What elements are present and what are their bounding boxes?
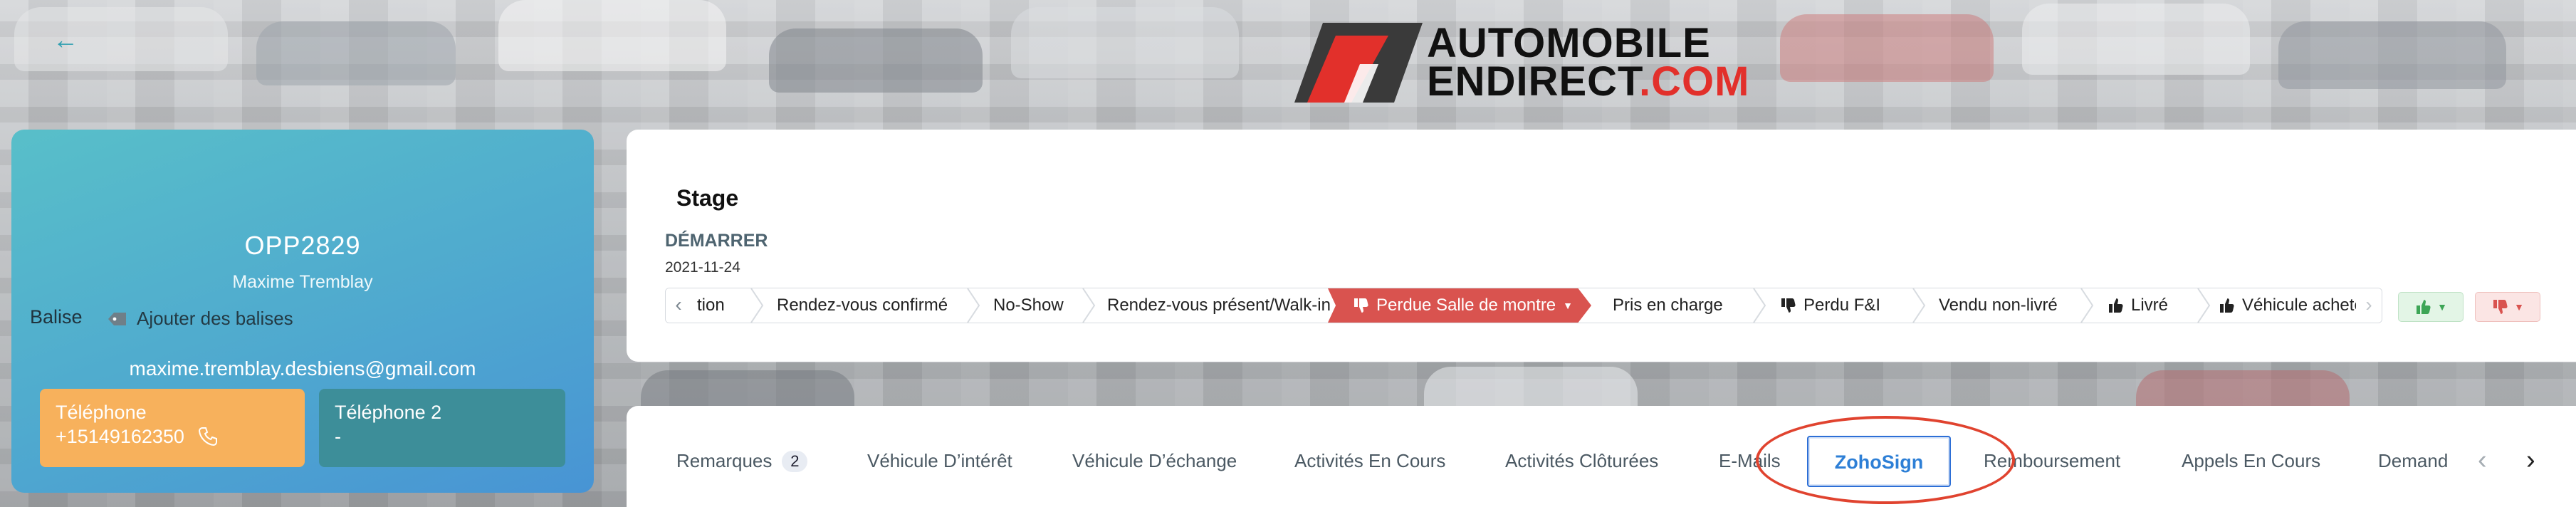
phone2-box[interactable]: Téléphone 2 - — [319, 389, 565, 467]
tab-appels-en-cours[interactable]: Appels En Cours — [2182, 450, 2320, 472]
thumbs-down-icon — [1781, 298, 1796, 313]
highlight-annotation — [1756, 416, 2015, 504]
chevron-right-icon[interactable]: › — [2356, 288, 2382, 323]
phone-box[interactable]: Téléphone +15149162350 — [40, 389, 305, 467]
thumbs-down-icon — [2493, 300, 2508, 314]
tag-label: Balise — [30, 306, 83, 328]
pipeline-step[interactable]: Rendez-vous confirmé — [755, 288, 948, 323]
stage-pipeline: ‹ tion Rendez-vous confirmé No-Show Rend… — [665, 288, 2382, 323]
stage-card: Stage DÉMARRER 2021-11-24 ‹ tion Rendez-… — [627, 130, 2576, 362]
pipeline-step[interactable]: Vendu non-livré — [1917, 288, 2058, 323]
chevron-left-icon[interactable]: ‹ — [666, 288, 691, 323]
caret-down-icon[interactable]: ▼ — [1563, 288, 1573, 323]
caret-down-icon: ▼ — [2514, 301, 2524, 313]
chevron-right-icon[interactable]: › — [2526, 446, 2535, 474]
logo-mark-icon — [1294, 23, 1423, 103]
pipeline-step[interactable]: Pris en charge — [1591, 288, 1723, 323]
phone2-label: Téléphone 2 — [335, 402, 442, 423]
pipeline-step-active[interactable]: Perdue Salle de montre ▼ — [1328, 288, 1591, 323]
add-tags-label: Ajouter des balises — [137, 308, 293, 329]
caret-down-icon: ▼ — [2437, 301, 2447, 313]
phone-label: Téléphone — [56, 402, 147, 423]
logo-line-2: ENDIRECT.COM — [1427, 58, 1750, 105]
stage-start-date: 2021-11-24 — [665, 259, 740, 276]
owner-name: Maxime Tremblay — [232, 272, 373, 292]
logo-wordmark: AUTOMOBILE ENDIRECT.COM — [1427, 23, 1750, 105]
mark-lost-button[interactable]: ▼ — [2475, 292, 2540, 322]
opportunity-card: OPP2829 Maxime Tremblay Balise Ajouter d… — [11, 130, 594, 493]
pipeline-step[interactable]: Rendez-vous présent/Walk-in — [1086, 288, 1331, 323]
tab-activites-en-cours[interactable]: Activités En Cours — [1294, 450, 1445, 472]
phone-icon[interactable] — [197, 426, 219, 447]
opportunity-id: OPP2829 — [244, 231, 361, 260]
tab-remarques[interactable]: Remarques 2 — [676, 450, 808, 472]
thumbs-down-icon — [1354, 298, 1368, 313]
pipeline-step[interactable]: Véhicule acheté — [2197, 288, 2364, 323]
arrow-left-icon[interactable]: ← — [53, 26, 81, 54]
email-link[interactable]: maxime.tremblay.desbiens@gmail.com — [11, 357, 594, 380]
tab-vehicule-interet[interactable]: Véhicule D’intérêt — [867, 450, 1012, 472]
tab-demand[interactable]: Demand — [2378, 450, 2448, 472]
pipeline-step[interactable]: No-Show — [972, 288, 1064, 323]
thumbs-up-icon — [2220, 298, 2234, 313]
stage-title: Stage — [676, 185, 739, 211]
tab-vehicule-echange[interactable]: Véhicule D’échange — [1072, 450, 1237, 472]
related-tabs-bar: Remarques 2 Véhicule D’intérêt Véhicule … — [627, 406, 2576, 507]
mark-won-button[interactable]: ▼ — [2398, 292, 2464, 322]
chevron-left-icon[interactable]: ‹ — [2478, 446, 2487, 474]
thumbs-up-icon — [2109, 298, 2123, 313]
thumbs-up-icon — [2417, 300, 2431, 314]
brand-logo: AUTOMOBILE ENDIRECT.COM — [1294, 20, 1749, 105]
pipeline-step[interactable]: Perdu F&I — [1758, 288, 1880, 323]
pipeline-step[interactable]: Livré — [2085, 288, 2168, 323]
tag-icon — [108, 312, 126, 325]
phone-value: +15149162350 — [56, 426, 184, 447]
phone2-value: - — [335, 426, 341, 447]
tab-activites-cloturees[interactable]: Activités Clôturées — [1505, 450, 1658, 472]
stage-start-label: DÉMARRER — [665, 231, 768, 251]
tab-count-badge: 2 — [782, 450, 808, 472]
add-tags-button[interactable]: Ajouter des balises — [107, 308, 293, 330]
